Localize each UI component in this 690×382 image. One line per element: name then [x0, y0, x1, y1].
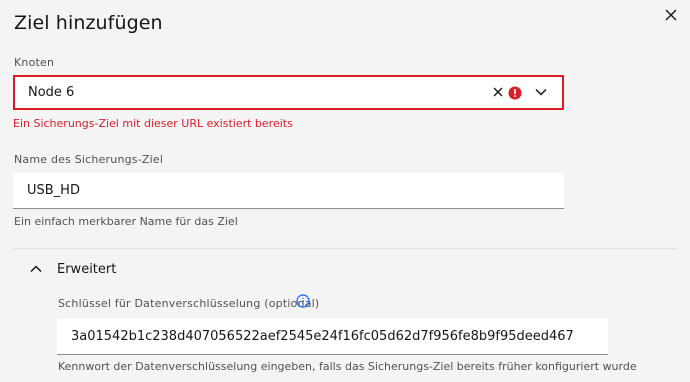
advanced-accordion-title: Erweitert [57, 261, 117, 277]
node-label: Knoten [14, 56, 55, 69]
section-divider [13, 248, 677, 249]
encryption-key-label: Schlüssel für Datenverschlüsselung (opti… [58, 297, 320, 310]
name-helper-text: Ein einfach merkbarer Name für das Ziel [14, 215, 238, 228]
advanced-accordion-header[interactable]: Erweitert [13, 256, 677, 282]
dropdown-toggle-button[interactable] [533, 84, 549, 100]
close-icon [665, 9, 677, 21]
node-select[interactable]: Node 6 [13, 75, 564, 110]
node-error-message: Ein Sicherungs-Ziel mit dieser URL exist… [13, 117, 293, 130]
clear-selection-button[interactable] [491, 85, 505, 99]
node-select-value: Node 6 [28, 85, 75, 100]
dialog-title: Ziel hinzufügen [14, 12, 163, 34]
chevron-up-icon [28, 261, 44, 277]
name-input[interactable] [13, 173, 564, 209]
chevron-down-icon [535, 88, 547, 96]
encryption-key-helper-text: Kennwort der Datenverschlüsselung eingeb… [58, 360, 637, 373]
name-label: Name des Sicherungs-Ziel [14, 153, 164, 166]
error-icon [508, 86, 522, 100]
close-button[interactable] [660, 4, 682, 26]
encryption-key-input[interactable] [57, 319, 608, 355]
info-icon[interactable] [296, 293, 310, 308]
clear-icon [493, 87, 503, 97]
